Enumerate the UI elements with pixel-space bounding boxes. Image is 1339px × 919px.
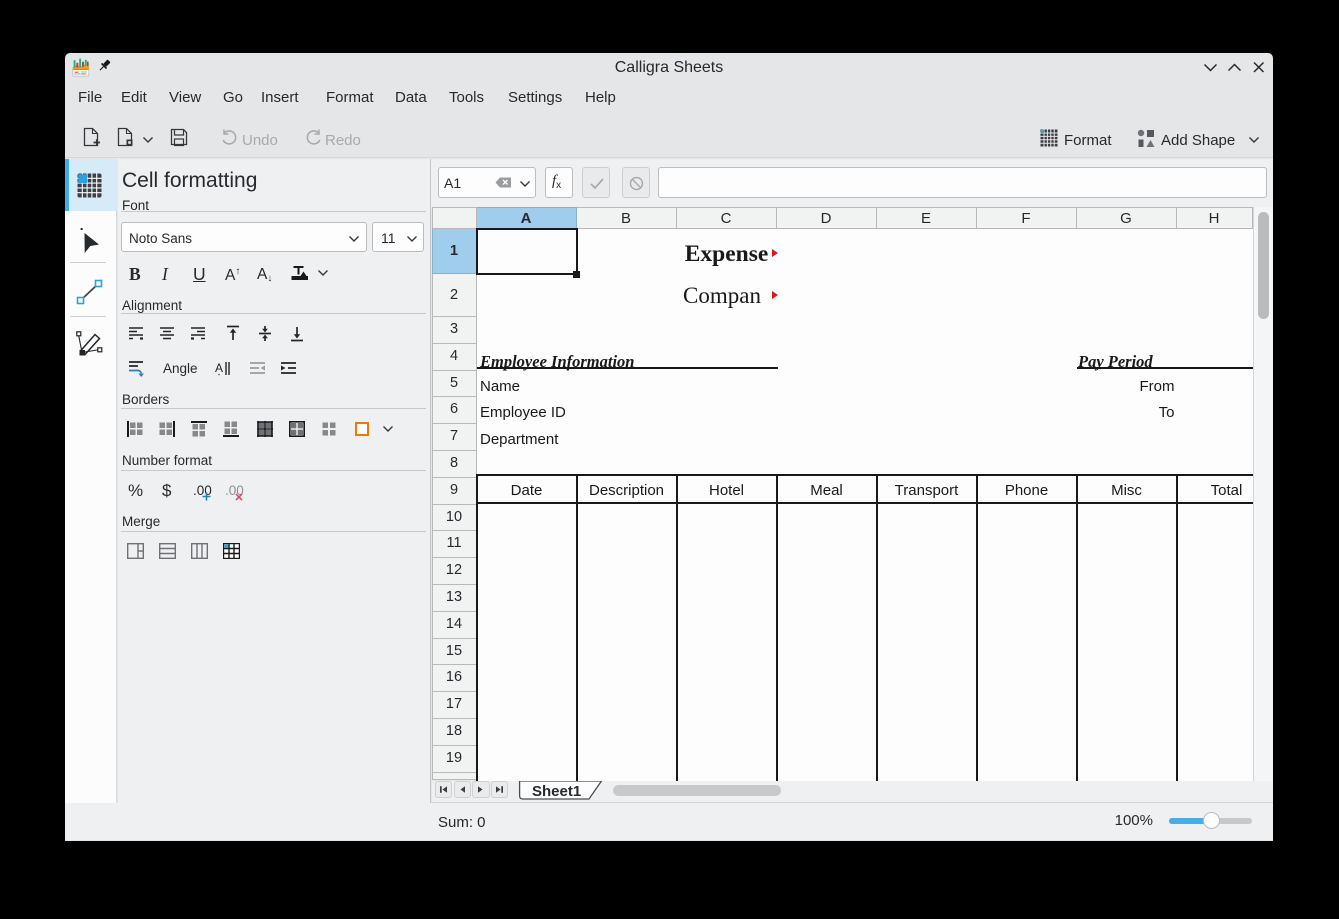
svg-text:A: A (215, 361, 223, 375)
